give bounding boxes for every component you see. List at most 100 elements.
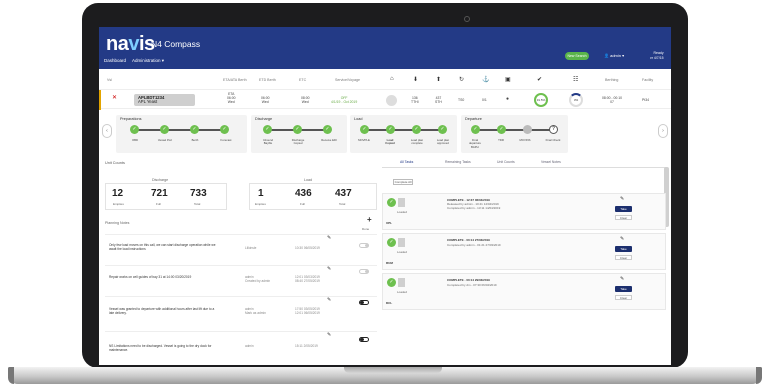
vessel-berthing: 08:00 - 00:10 07 [602, 96, 622, 104]
flag-icon: ✕ [112, 95, 118, 101]
edit-icon[interactable]: ✎ [620, 236, 624, 242]
check-icon: ✓ [387, 198, 396, 207]
vessel-service: OFF 4/1/19 - Oct 2019 [331, 96, 358, 104]
task-card[interactable]: ✓ DCL Loaded COMPLETE - 00:14 29/03/2019… [382, 273, 666, 310]
clear-button[interactable]: Clear [615, 255, 632, 260]
vessel-facility: Pt34 [642, 98, 649, 102]
check-icon: ✓ [386, 125, 395, 134]
task-card[interactable]: ✓ UPL Loaded COMPLETE - 12:37 06/04/2019… [382, 193, 666, 230]
download-icon[interactable]: ⬇ [413, 76, 418, 83]
count-ratio: 0/1 [482, 98, 487, 102]
edit-icon[interactable]: ✎ [327, 298, 331, 303]
done-header: Done [362, 227, 370, 231]
check-icon: ✓ [360, 125, 369, 134]
logo: navis [106, 33, 155, 55]
stages-prev-arrow[interactable]: ‹ [102, 124, 112, 138]
gauge-icon [386, 95, 397, 106]
camera-icon [464, 16, 470, 22]
discharge-title: Discharge [152, 178, 169, 182]
col-etc: ETC [299, 78, 307, 82]
stage-load[interactable]: Load ✓ ✓ ✓ ✓ MOVPLE Load Copied Load pla… [350, 115, 457, 153]
done-toggle[interactable] [359, 269, 369, 274]
user-menu[interactable]: 👤 admin ▾ [604, 53, 624, 58]
col-berthing: Berthing [605, 78, 619, 82]
new-search-button[interactable]: New Search [565, 52, 589, 60]
done-toggle[interactable] [359, 300, 369, 305]
check-icon: ✓ [293, 125, 302, 134]
menu-administration[interactable]: Administration ▾ [132, 58, 164, 64]
count-tthi: 136 TTHI [411, 96, 419, 104]
check-icon: ✓ [323, 125, 332, 134]
take-button[interactable]: Take [615, 206, 632, 212]
question-icon: ? [549, 125, 558, 134]
check-icon: ✓ [412, 125, 421, 134]
load-counts: 1 Empties 436 Full 437 Total [249, 183, 377, 210]
list-icon[interactable]: ☷ [573, 76, 578, 83]
menu-dashboard[interactable]: Dashboard [104, 58, 126, 64]
tab-vessel-notes[interactable]: Vessel Notes [541, 160, 561, 164]
stages-next-arrow[interactable]: › [658, 124, 668, 138]
edit-icon[interactable]: ✎ [327, 236, 331, 241]
complete-all-button[interactable]: Complete All [393, 179, 413, 185]
edit-icon[interactable]: ✎ [620, 276, 624, 282]
version-info: Ready vr 4/7/15 [650, 51, 664, 60]
stage-preparations[interactable]: Preparations ✓ ✓ ✓ ✓ OBD Vessel Port Ber… [116, 115, 247, 153]
check-icon: ✓ [438, 125, 447, 134]
check-icon: ✓ [471, 125, 480, 134]
take-button[interactable]: Take [615, 286, 632, 292]
ship-icon[interactable]: ⚓ [482, 76, 489, 83]
vessel-row[interactable]: ✕ APLBDT1234 APL Yeast ETA 06:00 Wed 06:0… [99, 89, 671, 110]
bell-icon[interactable]: ⌂ [390, 76, 394, 82]
secondary-gauge: 3% [569, 93, 583, 107]
vessel-etd: 06:00 Wed [261, 96, 270, 104]
check-icon: ✓ [220, 125, 229, 134]
note-row[interactable]: NS Limitations need to be discharged. Ve… [105, 331, 377, 365]
load-title: Load [304, 178, 312, 182]
refresh-icon[interactable]: ↻ [459, 76, 464, 83]
document-icon [398, 278, 405, 287]
edit-icon[interactable]: ✎ [327, 333, 331, 338]
clear-button[interactable]: Clear [615, 215, 632, 220]
col-facility: Facility [642, 78, 654, 82]
edit-icon[interactable]: ✎ [327, 267, 331, 272]
container-status-icon: ● [506, 96, 510, 102]
check-icon: ✓ [387, 278, 396, 287]
check-icon: ✓ [130, 125, 139, 134]
container-icon[interactable]: ▣ [505, 76, 511, 83]
col-etd: ETD Berth [259, 78, 276, 82]
tab-remaining-tasks[interactable]: Remaining Tasks [445, 160, 471, 164]
stage-discharge[interactable]: Discharge ✓ ✓ ✓ Inbound Bayfile Discharg… [251, 115, 347, 153]
check-icon[interactable]: ✔ [537, 76, 542, 83]
stage-departure[interactable]: Departure ✓ ✓ ? Final departure BAPLI TD… [461, 115, 568, 153]
check-icon: ✓ [497, 125, 506, 134]
tab-all-tasks[interactable]: All Tasks [400, 160, 413, 164]
vessel-name[interactable]: APLBDT1234 APL Yeast [134, 94, 195, 106]
take-button[interactable]: Take [615, 246, 632, 252]
base-notch [344, 367, 442, 373]
vessel-status-flag [99, 90, 101, 110]
done-toggle[interactable] [359, 337, 369, 342]
col-eta: ETA/ATA Berth [223, 78, 247, 82]
note-row[interactable]: Repair works on cell guides of bay 31 at… [105, 265, 377, 295]
tab-unit-counts[interactable]: Unit Counts [497, 160, 515, 164]
document-icon [398, 238, 405, 247]
main-menu: Dashboard Administration ▾ [104, 58, 164, 64]
upload-icon[interactable]: ⬆ [436, 76, 441, 83]
check-icon: ✓ [160, 125, 169, 134]
discharge-counts: 12 Empties 721 Full 733 Total [105, 183, 227, 210]
planning-notes-title: Planning Notes [105, 221, 130, 225]
vessel-eta: ETA 06:00 Wed [227, 92, 236, 104]
done-toggle[interactable] [359, 243, 369, 248]
note-row[interactable]: Vessel was granted to departure with add… [105, 296, 377, 330]
note-row[interactable]: Only few load moves on this call, we can… [105, 234, 377, 264]
check-icon: ✓ [263, 125, 272, 134]
add-note-button[interactable]: + [367, 215, 372, 224]
app-screen: navis N4 Compass Dashboard Administratio… [99, 27, 671, 365]
product-name: N4 Compass [151, 39, 201, 49]
laptop-mockup: { "app":{"logo_text":"navis","product":"… [0, 0, 770, 389]
edit-icon[interactable]: ✎ [620, 196, 624, 202]
task-card[interactable]: ✓ RUM Loaded COMPLETE - 00:14 27/03/2019… [382, 233, 666, 270]
clear-button[interactable]: Clear [615, 295, 632, 300]
progress-gauge: 31.5% [534, 93, 548, 107]
count-sth: 437 STH [435, 96, 442, 104]
